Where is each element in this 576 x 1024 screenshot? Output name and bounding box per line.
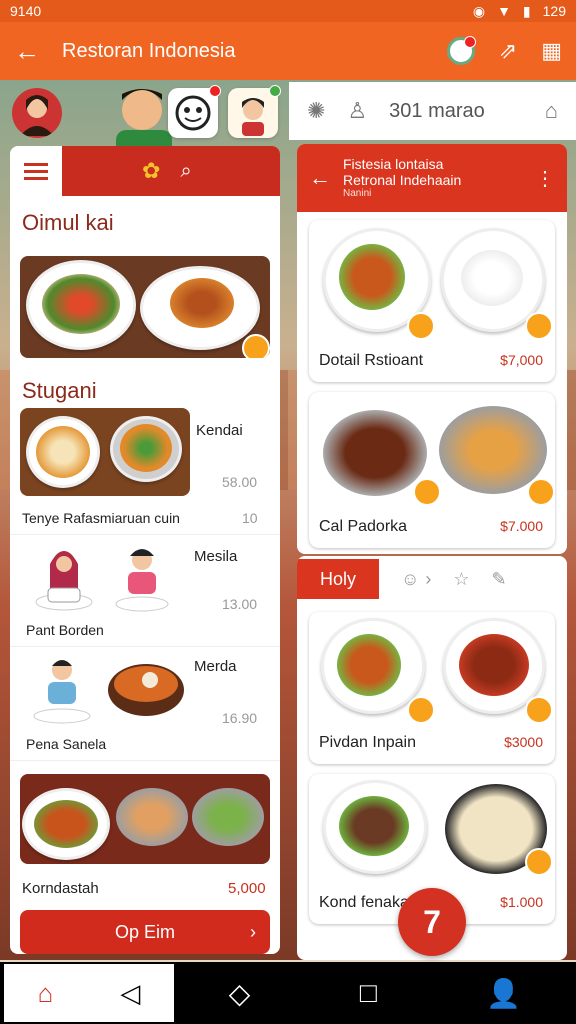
nav-home-group: ⌂ ◁ bbox=[4, 964, 174, 1022]
left-card: ✿ ⌕ Oimul kai Stugani Kendai 58.00 Tenye… bbox=[10, 146, 280, 954]
wifi-icon: ▼ bbox=[497, 3, 511, 19]
badge-icon bbox=[525, 848, 553, 876]
right-title-line1: Fistesia lontaisa bbox=[343, 156, 444, 173]
menu-icon[interactable] bbox=[10, 146, 62, 196]
item2-title: Mesila bbox=[194, 548, 238, 565]
bottom-price: 5,000 bbox=[228, 880, 266, 897]
badge-icon bbox=[527, 478, 555, 506]
right-card: ← Fistesia lontaisa Retronal Indehaain N… bbox=[297, 144, 567, 554]
status-battery: 129 bbox=[542, 3, 566, 19]
chevron-right-icon[interactable]: › bbox=[425, 569, 431, 590]
bottom-caption: Korndastah bbox=[22, 880, 99, 897]
item2-price: 13.00 bbox=[222, 596, 258, 612]
dish2-name: Cal Padorka bbox=[319, 518, 408, 535]
dish1-name: Dotail Rstioant bbox=[319, 352, 424, 369]
item2-image[interactable] bbox=[30, 544, 180, 612]
dish-card[interactable]: Pivdan Inpain $3000 bbox=[309, 612, 555, 764]
gear-icon[interactable]: ✺ bbox=[307, 98, 325, 124]
badge-icon bbox=[525, 312, 553, 340]
back-arrow-icon[interactable]: ← bbox=[14, 36, 40, 67]
dish2-price: $7.000 bbox=[500, 518, 543, 534]
right-header: ← Fistesia lontaisa Retronal Indehaain N… bbox=[297, 144, 567, 212]
floating-action-button[interactable]: 7 bbox=[398, 888, 466, 956]
back-arrow-icon[interactable]: ← bbox=[309, 165, 331, 191]
bottom-dish-image[interactable] bbox=[20, 774, 270, 864]
signal-icon: ◉ bbox=[472, 2, 486, 19]
item3-caption: Pena Sanela bbox=[26, 736, 107, 752]
top-toolbar: ✺ ♙ 301 marao ⌂ bbox=[289, 82, 576, 140]
dish-card[interactable]: Cal Padorka $7.000 bbox=[309, 392, 555, 548]
user-icon[interactable]: ♙ bbox=[347, 98, 367, 124]
featured-dish-image[interactable] bbox=[20, 256, 270, 358]
share-icon[interactable]: ⇗ bbox=[499, 38, 517, 64]
back-triangle-icon[interactable]: ◁ bbox=[120, 978, 140, 1009]
app-title: Restoran Indonesia bbox=[62, 39, 236, 62]
left-banner: ✿ ⌕ bbox=[62, 146, 280, 196]
badge-icon bbox=[242, 334, 270, 358]
item1-title: Kendai bbox=[196, 422, 243, 439]
home-circle-icon[interactable]: ◇ bbox=[229, 977, 251, 1010]
dish3-price: $3000 bbox=[504, 734, 543, 750]
dish4-price: $1.000 bbox=[500, 894, 543, 910]
item2-caption: Pant Borden bbox=[26, 622, 104, 638]
toolbar-text: 301 marao bbox=[389, 99, 485, 122]
open-button-label: Op Eim bbox=[114, 921, 175, 942]
right-title-line2: Retronal Indehaain bbox=[343, 172, 462, 189]
dish4-name: Kond fenaka bbox=[319, 894, 409, 911]
item1-count: 10 bbox=[242, 510, 258, 526]
home-icon[interactable]: ⌂ bbox=[38, 978, 54, 1009]
tab-holy[interactable]: Holy bbox=[297, 559, 379, 599]
smiley-tile[interactable] bbox=[168, 85, 221, 138]
more-vert-icon[interactable]: ⋮ bbox=[535, 166, 555, 191]
item1-price: 58.00 bbox=[222, 474, 258, 490]
profile-icon[interactable] bbox=[446, 36, 476, 65]
smiley-icon[interactable]: ☺ bbox=[401, 569, 419, 590]
status-time: 9140 bbox=[10, 3, 42, 19]
status-bar: 9140 ◉ ▼ ▮ 129 bbox=[0, 0, 576, 22]
badge-icon bbox=[407, 696, 435, 724]
item1-caption: Tenye Rafasmiaruan cuin bbox=[22, 510, 180, 526]
flower-icon[interactable]: ✿ bbox=[142, 158, 160, 184]
search-icon[interactable]: ⌕ bbox=[180, 160, 191, 183]
person-tile[interactable] bbox=[228, 85, 281, 138]
badge-icon bbox=[525, 696, 553, 724]
user-avatar[interactable] bbox=[12, 88, 62, 138]
right-title-line3: Nanini bbox=[343, 188, 372, 200]
home-outline-icon[interactable]: ⌂ bbox=[545, 98, 558, 124]
recents-square-icon[interactable]: □ bbox=[360, 977, 377, 1009]
item3-image[interactable] bbox=[30, 654, 190, 726]
section2-title: Stugani bbox=[22, 378, 97, 403]
battery-icon: ▮ bbox=[522, 2, 531, 19]
item3-price: 16.90 bbox=[222, 710, 258, 726]
badge-icon bbox=[413, 478, 441, 506]
account-icon[interactable]: 👤 bbox=[486, 977, 521, 1010]
badge-icon bbox=[407, 312, 435, 340]
item3-title: Merda bbox=[194, 658, 237, 675]
app-bar: ← Restoran Indonesia ⇗ ▦ bbox=[0, 22, 576, 80]
grid-icon[interactable]: ▦ bbox=[541, 38, 562, 64]
dish-card[interactable]: Dotail Rstioant $7,000 bbox=[309, 220, 555, 382]
item1-image[interactable] bbox=[20, 408, 190, 496]
dish1-price: $7,000 bbox=[500, 352, 543, 368]
star-icon[interactable]: ☆ bbox=[453, 569, 469, 590]
tab-bar: Holy ☺ › ☆ ✎ bbox=[297, 556, 567, 602]
section1-title: Oimul kai bbox=[22, 210, 114, 235]
dish3-name: Pivdan Inpain bbox=[319, 734, 416, 751]
open-button[interactable]: Op Eim › bbox=[20, 910, 270, 954]
edit-icon[interactable]: ✎ bbox=[492, 569, 507, 590]
navigation-bar: ⌂ ◁ ◇ □ 👤 bbox=[0, 962, 576, 1024]
chevron-right-icon: › bbox=[250, 921, 256, 942]
